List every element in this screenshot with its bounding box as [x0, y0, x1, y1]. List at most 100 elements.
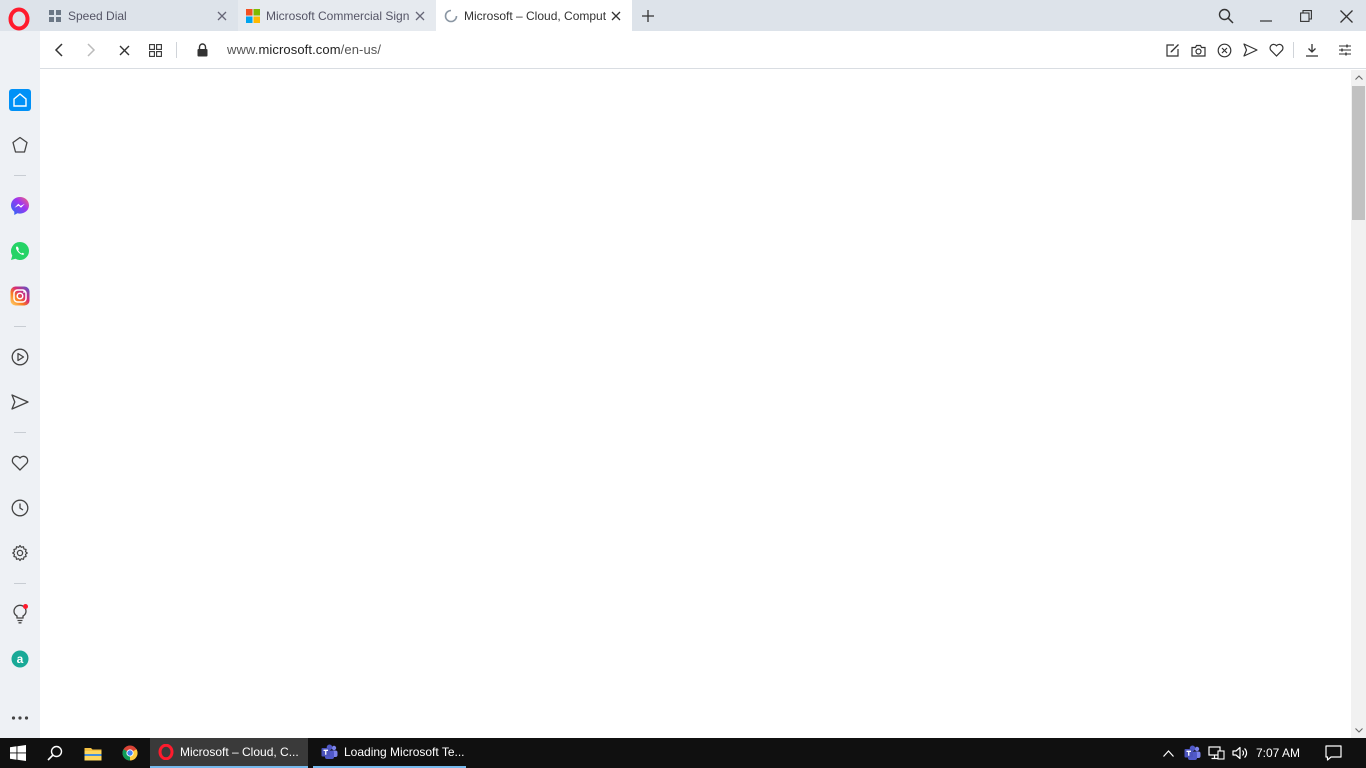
network-button[interactable]: [1205, 738, 1227, 768]
history-icon: [11, 499, 29, 517]
stop-icon: [119, 45, 129, 55]
close-icon: [1339, 9, 1353, 23]
lightbulb-icon: [13, 604, 28, 624]
home-icon: [9, 89, 31, 111]
close-window-button[interactable]: [1334, 4, 1358, 28]
tab-title: Speed Dial: [68, 8, 127, 23]
favorites-icon: [11, 455, 29, 471]
start-button[interactable]: [0, 738, 36, 768]
microsoft-logo-icon: [246, 8, 260, 23]
taskbar-app-teams[interactable]: Loading Microsoft Te...: [313, 738, 466, 768]
player-icon: [11, 348, 29, 366]
messenger-icon: [11, 197, 29, 215]
close-tab-icon[interactable]: [412, 8, 428, 24]
notification-icon: [1324, 745, 1342, 761]
folder-icon: [84, 747, 102, 760]
opera-icon: [158, 744, 174, 760]
windows-logo-icon: [10, 745, 26, 761]
taskbar-search-button[interactable]: [38, 738, 72, 768]
taskbar-clock[interactable]: 7:07 AM: [1256, 746, 1300, 760]
ad-blocker-button[interactable]: [1213, 39, 1235, 61]
sidebar-item-player[interactable]: [8, 345, 32, 369]
tab-microsoft-commercial[interactable]: Microsoft Commercial Sign: [238, 0, 436, 31]
sidebar-item-home[interactable]: [8, 88, 32, 112]
sidebar-divider: [14, 175, 26, 176]
chevron-up-icon: [1162, 749, 1174, 757]
sidebar-item-bookmarks[interactable]: [8, 133, 32, 157]
new-tab-button[interactable]: [637, 5, 659, 27]
sidebar-item-history[interactable]: [8, 496, 32, 520]
sidebar-item-settings[interactable]: [8, 541, 32, 565]
sidebar-divider: [14, 583, 26, 584]
instagram-icon: [10, 286, 30, 306]
amazon-assistant-icon: a: [11, 650, 29, 668]
settings-sliders-icon: [1339, 44, 1351, 56]
block-ads-icon: [1217, 43, 1231, 57]
easy-setup-menu-button[interactable]: [1334, 39, 1356, 61]
taskbar-app-label: Loading Microsoft Te...: [344, 745, 465, 759]
downloads-button[interactable]: [1301, 39, 1323, 61]
sidebar-item-favorites[interactable]: [8, 451, 32, 475]
network-icon: [1207, 746, 1225, 760]
web-page-content[interactable]: [40, 70, 1351, 738]
page-scrollbar[interactable]: [1351, 70, 1366, 738]
scrollbar-thumb[interactable]: [1352, 86, 1365, 220]
tab-speed-dial[interactable]: Speed Dial: [40, 0, 238, 31]
back-button[interactable]: [48, 39, 70, 61]
sidebar-more-button[interactable]: [8, 706, 32, 730]
snapshot-button[interactable]: [1187, 39, 1209, 61]
lock-icon: [197, 43, 207, 57]
tab-title: Microsoft Commercial Sign: [266, 8, 410, 23]
speed-dial-icon: [49, 9, 61, 22]
scroll-down-button[interactable]: [1351, 723, 1366, 738]
close-tab-icon[interactable]: [608, 8, 624, 24]
flow-button[interactable]: [1239, 39, 1261, 61]
windows-taskbar: Microsoft – Cloud, C... Loading Microsof…: [0, 738, 1366, 768]
opera-menu-icon[interactable]: [8, 7, 30, 31]
chevron-right-icon: [87, 43, 96, 57]
add-bookmark-button[interactable]: [1265, 39, 1287, 61]
site-security-button[interactable]: [191, 39, 213, 61]
sidebar-item-amazon-assistant[interactable]: a: [8, 647, 32, 671]
bookmarks-icon: [12, 136, 28, 153]
flow-icon: [11, 394, 29, 410]
url-field[interactable]: www.microsoft.com/en-us/: [227, 42, 381, 57]
tab-strip: Speed Dial Microsoft Commercial Sign Mic…: [0, 0, 1366, 31]
sidebar-item-messenger[interactable]: [8, 194, 32, 218]
chevron-left-icon: [54, 43, 63, 57]
scroll-up-button[interactable]: [1351, 70, 1366, 85]
restore-button[interactable]: [1294, 4, 1318, 28]
teams-tray-button[interactable]: [1181, 738, 1203, 768]
close-tab-icon[interactable]: [214, 8, 230, 24]
volume-button[interactable]: [1229, 738, 1251, 768]
grid-icon: [148, 43, 162, 57]
teams-tray-icon: [1184, 745, 1200, 760]
file-explorer-button[interactable]: [76, 738, 110, 768]
stop-loading-button[interactable]: [113, 39, 135, 61]
sidebar-item-whatsapp[interactable]: [8, 239, 32, 263]
sidebar-item-instagram[interactable]: [8, 284, 32, 308]
url-prefix: www.: [227, 42, 259, 57]
tab-microsoft-cloud[interactable]: Microsoft – Cloud, Comput: [436, 0, 632, 31]
search-tabs-button[interactable]: [1214, 4, 1238, 28]
toolbar-divider: [176, 42, 177, 58]
camera-icon: [1190, 44, 1206, 57]
chevron-up-icon: [1354, 75, 1363, 80]
taskbar-app-opera[interactable]: Microsoft – Cloud, C...: [150, 738, 308, 768]
chrome-icon: [122, 745, 138, 761]
easy-setup-button[interactable]: [1161, 39, 1183, 61]
chrome-button[interactable]: [113, 738, 147, 768]
forward-button[interactable]: [80, 39, 102, 61]
speaker-icon: [1231, 746, 1247, 760]
minimize-icon: [1260, 20, 1272, 22]
plus-icon: [642, 10, 654, 22]
edit-share-icon: [1165, 43, 1179, 57]
sidebar-item-flow[interactable]: [8, 390, 32, 414]
tabs-grid-button[interactable]: [144, 39, 166, 61]
url-path: /en-us/: [340, 42, 382, 57]
show-hidden-icons-button[interactable]: [1158, 738, 1178, 768]
action-center-button[interactable]: [1318, 738, 1348, 768]
minimize-button[interactable]: [1254, 4, 1278, 28]
sidebar-item-tips[interactable]: [8, 602, 32, 626]
url-domain: microsoft.com: [258, 42, 341, 57]
